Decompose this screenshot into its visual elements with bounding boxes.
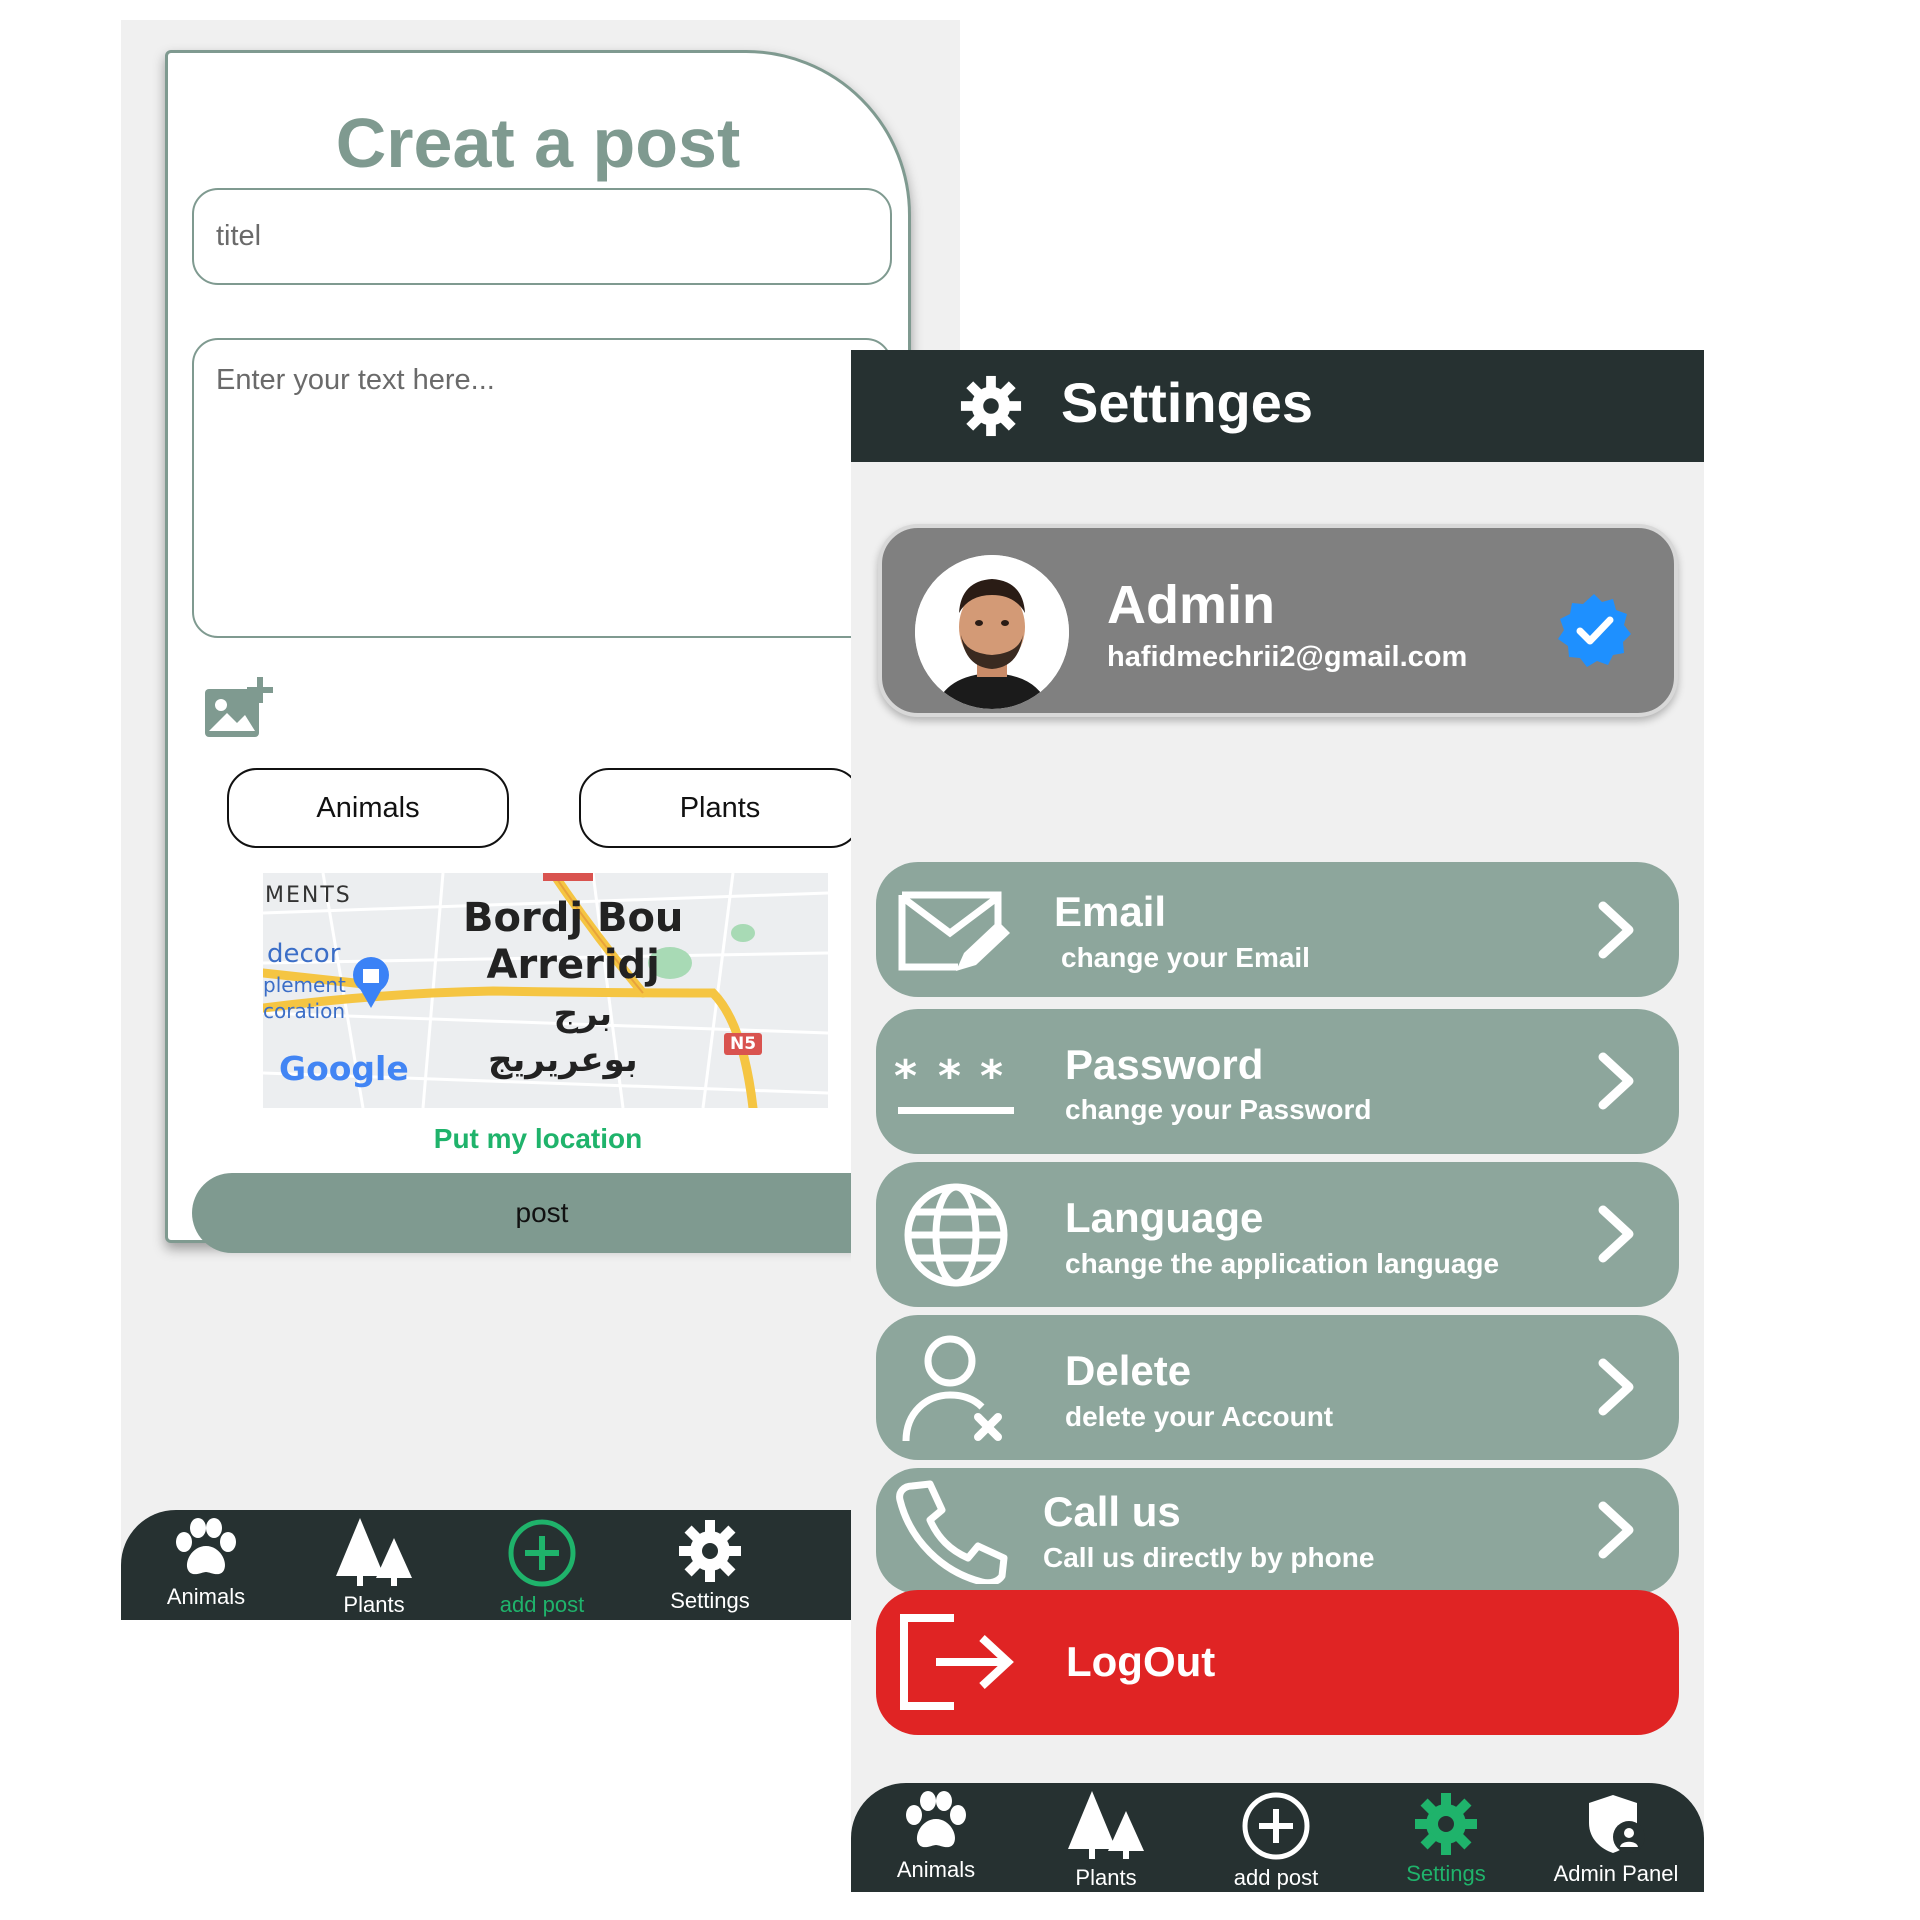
- add-image-icon[interactable]: [203, 675, 277, 739]
- map-city-arabic-label: برج بوعريريج: [488, 991, 638, 1083]
- user-remove-icon: [902, 1335, 1002, 1442]
- nav-label: Settings: [1406, 1861, 1486, 1886]
- page-title: Settinges: [1061, 371, 1314, 434]
- settings-screen: Settinges Admin hafidmechrii2@gmail.com: [851, 350, 1704, 1892]
- nav-label: Animals: [896, 1857, 976, 1882]
- chevron-right-icon: [1598, 1501, 1634, 1559]
- nav-label: add post: [499, 1592, 585, 1617]
- menu-title: Call us: [1043, 1488, 1181, 1535]
- gear-icon: [679, 1520, 741, 1582]
- post-button[interactable]: post: [192, 1173, 892, 1253]
- nav-item-animals[interactable]: Animals: [851, 1783, 1021, 1883]
- chevron-right-icon: [1598, 1052, 1634, 1110]
- nav-item-plants[interactable]: Plants: [289, 1510, 459, 1618]
- map-city-line2: Arreridj: [486, 942, 660, 988]
- logout-button[interactable]: LogOut: [876, 1590, 1679, 1735]
- post-text-input[interactable]: Enter your text here...: [192, 338, 892, 638]
- put-my-location-link[interactable]: Put my location: [168, 1123, 908, 1155]
- road-badge: N5: [724, 1033, 763, 1055]
- map-poi-label: decor: [267, 939, 341, 969]
- avatar-image: [915, 555, 1069, 709]
- avatar: [915, 555, 1069, 709]
- settings-item-delete[interactable]: Delete delete your Account: [876, 1315, 1679, 1460]
- category-plants-button[interactable]: Plants: [579, 768, 861, 848]
- chevron-right-icon: [1598, 1358, 1634, 1416]
- settings-item-call-us[interactable]: Call us Call us directly by phone: [876, 1468, 1679, 1594]
- page-title: Creat a post: [335, 104, 741, 182]
- nav-label: Plants: [343, 1592, 405, 1617]
- menu-title: Language: [1065, 1194, 1264, 1241]
- trees-icon: [336, 1518, 412, 1586]
- profile-email: hafidmechrii2@gmail.com: [1107, 641, 1468, 673]
- nav-label: Admin Panel: [1553, 1861, 1679, 1886]
- map-arabic-line1: برج: [553, 994, 613, 1034]
- chevron-right-icon: [1598, 1205, 1634, 1263]
- map-poi-label: plement: [263, 973, 346, 997]
- map-arabic-line2: بوعريريج: [488, 1040, 638, 1080]
- nav-item-plants[interactable]: Plants: [1021, 1783, 1191, 1891]
- settings-item-email[interactable]: Email change your Email: [876, 862, 1679, 997]
- create-post-screen: Creat a post titel Enter your text here.…: [121, 20, 960, 1620]
- plus-circle-icon: [1242, 1792, 1310, 1860]
- settings-item-language[interactable]: Language change the application language: [876, 1162, 1679, 1307]
- menu-subtitle: change the application language: [1065, 1248, 1500, 1279]
- title-input[interactable]: titel: [192, 188, 892, 285]
- menu-subtitle: change your Password: [1065, 1094, 1372, 1125]
- settings-item-password[interactable]: * * * Password change your Password: [876, 1009, 1679, 1154]
- verified-badge-icon: [1558, 594, 1631, 667]
- paw-icon: [906, 1791, 966, 1848]
- password-icon: * * *: [894, 1051, 1014, 1114]
- nav-label: Animals: [166, 1584, 246, 1609]
- map-label: MENTS: [265, 883, 352, 908]
- bottom-nav: Animals Plants add post: [121, 1510, 960, 1620]
- nav-label: Settings: [670, 1588, 750, 1613]
- shield-user-icon: [1589, 1795, 1645, 1853]
- bottom-nav: Animals Plants add post: [851, 1783, 1704, 1892]
- map-city-line1: Bordj Bou: [463, 895, 684, 941]
- svg-text:*: *: [894, 1051, 917, 1102]
- globe-icon: [904, 1183, 1008, 1287]
- nav-label: Plants: [1075, 1865, 1137, 1890]
- plus-circle-icon: [508, 1519, 576, 1587]
- nav-item-settings[interactable]: Settings: [1361, 1783, 1531, 1887]
- map-view[interactable]: MENTS decor plement coration Bordj Bou A…: [263, 873, 828, 1108]
- svg-text:*: *: [980, 1051, 1003, 1102]
- create-post-card: Creat a post titel Enter your text here.…: [165, 50, 911, 1253]
- nav-item-animals[interactable]: Animals: [121, 1510, 291, 1610]
- nav-item-add-post[interactable]: add post: [1191, 1783, 1361, 1891]
- svg-text:*: *: [938, 1051, 961, 1102]
- menu-title: Email: [1054, 888, 1167, 935]
- trees-icon: [1068, 1791, 1144, 1859]
- menu-subtitle: change your Email: [1061, 942, 1310, 973]
- phone-icon: [896, 1480, 1008, 1584]
- menu-subtitle: Call us directly by phone: [1043, 1542, 1375, 1573]
- google-logo: Google: [279, 1049, 409, 1088]
- gear-icon: [960, 375, 1022, 437]
- map-poi-label: coration: [263, 999, 346, 1023]
- paw-icon: [176, 1518, 236, 1575]
- envelope-edit-icon: [898, 891, 1010, 971]
- nav-item-settings[interactable]: Settings: [625, 1510, 795, 1614]
- chevron-right-icon: [1598, 901, 1634, 959]
- logout-label: LogOut: [1066, 1638, 1216, 1685]
- nav-label: add post: [1233, 1865, 1319, 1890]
- category-animals-button[interactable]: Animals: [227, 768, 509, 848]
- settings-header: Settinges: [851, 350, 1704, 462]
- logout-icon: [900, 1614, 1014, 1710]
- map-city-label: Bordj Bou Arreridj: [463, 895, 683, 989]
- menu-title: Password: [1065, 1041, 1264, 1088]
- menu-title: Delete: [1065, 1347, 1192, 1394]
- profile-card[interactable]: Admin hafidmechrii2@gmail.com: [878, 524, 1678, 717]
- profile-name: Admin: [1107, 575, 1275, 635]
- nav-item-add-post[interactable]: add post: [457, 1510, 627, 1618]
- gear-icon: [1415, 1793, 1477, 1855]
- nav-item-admin-panel[interactable]: Admin Panel: [1531, 1783, 1701, 1887]
- menu-subtitle: delete your Account: [1065, 1401, 1334, 1432]
